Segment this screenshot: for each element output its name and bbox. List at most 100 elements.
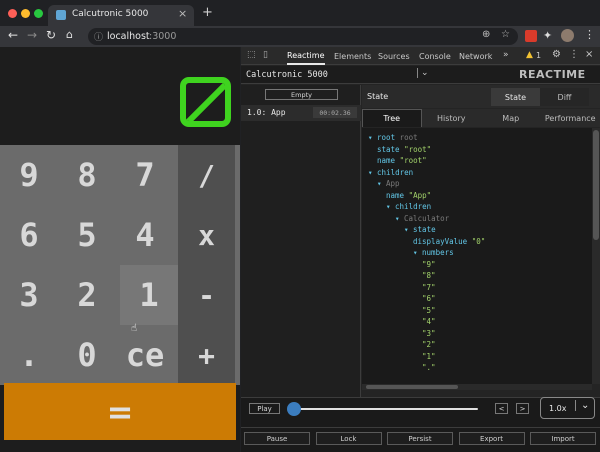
tree-node: state "root" <box>377 145 431 154</box>
multiply-button[interactable]: x <box>178 205 235 265</box>
back-icon[interactable]: ← <box>8 28 18 42</box>
lock-button[interactable]: Lock <box>315 432 382 445</box>
next-snapshot-button[interactable]: > <box>516 403 529 414</box>
expand-arrow-icon[interactable]: ▾ <box>395 214 404 223</box>
zoom-icon[interactable]: ⊕ <box>482 29 490 40</box>
app-select[interactable]: Calcutronic 5000 <box>246 70 328 80</box>
empty-button[interactable]: Empty <box>265 89 338 100</box>
tree-node[interactable]: ▾ numbers <box>413 248 454 257</box>
expand-arrow-icon[interactable]: ▾ <box>386 202 395 211</box>
six-button[interactable]: 6 <box>0 205 58 265</box>
devtools-tab-sources[interactable]: Sources <box>378 47 410 65</box>
state-title: State <box>367 92 389 101</box>
expand-arrow-icon[interactable]: ▾ <box>413 248 422 257</box>
tree-value: "root" <box>404 144 432 154</box>
reload-icon[interactable]: ↻ <box>46 28 56 42</box>
one-button[interactable]: 1 <box>120 265 178 325</box>
import-button[interactable]: Import <box>530 432 596 445</box>
subtract-button[interactable]: - <box>178 265 235 325</box>
app-select-chevron-icon[interactable]: ⌄ <box>417 68 429 78</box>
device-toolbar-icon[interactable]: ▯ <box>263 50 268 60</box>
nine-button[interactable]: 9 <box>0 145 58 205</box>
new-tab-button[interactable]: + <box>202 5 213 20</box>
devtools-tab-reactime[interactable]: Reactime <box>287 47 325 65</box>
extensions-puzzle-icon[interactable]: ✦ <box>543 29 552 42</box>
tree-value: "6" <box>422 294 436 303</box>
expand-arrow-icon[interactable]: ▾ <box>368 133 377 142</box>
tree-key: children <box>377 167 414 177</box>
tree-node: "3" <box>422 329 436 338</box>
tree-vertical-scrollbar[interactable] <box>592 128 600 384</box>
tab-close-icon[interactable]: × <box>178 7 187 20</box>
divide-button[interactable]: / <box>178 145 235 205</box>
previous-snapshot-button[interactable]: < <box>495 403 508 414</box>
decimal-button[interactable]: . <box>0 325 58 385</box>
tree-node: name "root" <box>377 156 427 165</box>
more-tabs-icon[interactable]: » <box>503 50 509 60</box>
add-button[interactable]: + <box>178 325 235 385</box>
bookmark-star-icon[interactable]: ☆ <box>501 29 510 40</box>
four-button[interactable]: 4 <box>116 205 174 265</box>
eight-button[interactable]: 8 <box>58 145 116 205</box>
minimize-window-icon[interactable] <box>21 9 30 18</box>
speed-chevron-icon[interactable]: ⌄ <box>575 400 589 411</box>
view-tab-tree[interactable]: Tree <box>362 109 422 127</box>
view-tab-performance[interactable]: Performance <box>540 109 600 127</box>
info-icon[interactable]: ⓘ <box>94 30 103 43</box>
forward-icon[interactable]: → <box>27 28 37 42</box>
diff-toggle-button[interactable]: Diff <box>540 88 589 106</box>
tree-value: "9" <box>422 259 436 269</box>
tree-node: "7" <box>422 283 436 292</box>
time-slider[interactable] <box>287 402 478 416</box>
tree-node: name "App" <box>386 191 431 200</box>
speed-select[interactable]: 1.0x ⌄ <box>540 397 595 419</box>
tree-node[interactable]: ▾ children <box>386 202 431 211</box>
expand-arrow-icon[interactable]: ▾ <box>404 225 413 234</box>
maximize-window-icon[interactable] <box>34 9 43 18</box>
tree-node: "5" <box>422 306 436 315</box>
expand-arrow-icon[interactable]: ▾ <box>377 179 386 188</box>
tree-node[interactable]: ▾ App <box>377 179 400 188</box>
snapshot-time: 00:02.36 <box>313 107 357 118</box>
devtools-tab-network[interactable]: Network <box>459 47 492 65</box>
devtools-menu-icon[interactable]: ⋮ <box>569 49 579 60</box>
persist-button[interactable]: Persist <box>387 432 453 445</box>
pause-button[interactable]: Pause <box>244 432 310 445</box>
profile-avatar[interactable] <box>561 29 574 42</box>
tree-node[interactable]: ▾ state <box>404 225 436 234</box>
five-button[interactable]: 5 <box>58 205 116 265</box>
browser-menu-icon[interactable]: ⋮ <box>584 28 595 41</box>
inspect-element-icon[interactable]: ⬚ <box>247 50 256 60</box>
play-button[interactable]: Play <box>249 403 280 414</box>
devtools-tab-elements[interactable]: Elements <box>334 47 371 65</box>
close-window-icon[interactable] <box>8 9 17 18</box>
devtools-tab-console[interactable]: Console <box>419 47 451 65</box>
tree-node[interactable]: ▾ children <box>368 168 413 177</box>
home-icon[interactable]: ⌂ <box>66 28 73 41</box>
state-toggle-button[interactable]: State <box>491 88 540 106</box>
export-button[interactable]: Export <box>458 432 525 445</box>
three-button[interactable]: 3 <box>0 265 58 325</box>
url-field[interactable]: ⓘ localhost :3000 ⊕ ☆ <box>88 28 518 45</box>
two-button[interactable]: 2 <box>58 265 116 325</box>
devtools-close-icon[interactable]: × <box>585 49 593 60</box>
zero-button[interactable]: 0 <box>58 325 116 385</box>
tree-node[interactable]: ▾ root root <box>368 133 418 142</box>
equals-button[interactable]: = <box>4 383 236 440</box>
seven-button[interactable]: 7 <box>116 145 174 205</box>
clear-entry-button[interactable]: ce <box>116 325 174 385</box>
view-tab-history[interactable]: History <box>421 109 481 127</box>
extension-icon[interactable] <box>525 30 537 42</box>
warning-icon[interactable]: ▲ <box>526 50 533 60</box>
tree-node: "2" <box>422 340 436 349</box>
browser-tab[interactable]: Calcutronic 5000 × <box>48 5 194 26</box>
snapshot-row[interactable]: 1.0: App 00:02.36 <box>241 105 361 121</box>
view-tab-map[interactable]: Map <box>481 109 541 127</box>
settings-gear-icon[interactable]: ⚙ <box>552 49 561 60</box>
time-slider-handle[interactable] <box>287 402 301 416</box>
tree-value: "." <box>422 363 436 372</box>
tree-node[interactable]: ▾ Calculator <box>395 214 449 223</box>
tree-key: state <box>413 225 436 234</box>
tree-horizontal-scrollbar[interactable] <box>362 384 592 390</box>
expand-arrow-icon[interactable]: ▾ <box>368 168 377 177</box>
